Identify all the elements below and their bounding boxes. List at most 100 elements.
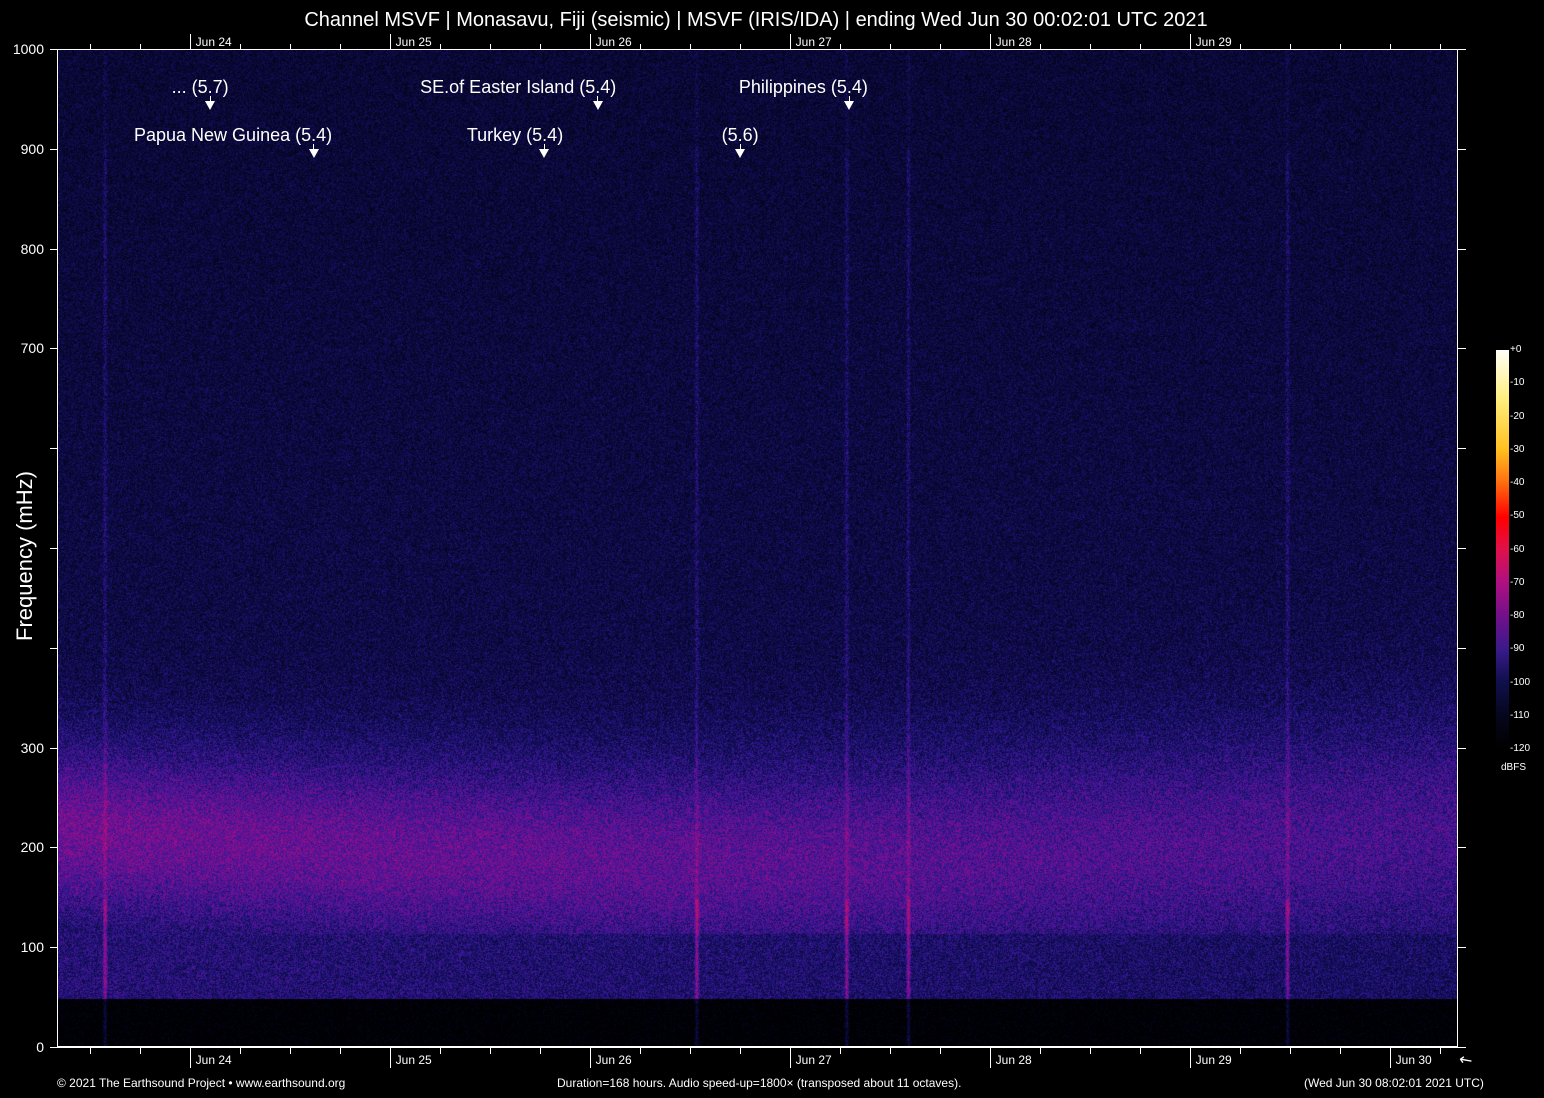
- x-tick-label-top: Jun 25: [396, 35, 432, 49]
- x-minor-tick-top: [240, 44, 241, 50]
- x-minor-tick-top: [890, 44, 891, 50]
- x-minor-tick: [690, 1048, 691, 1054]
- x-minor-tick: [1440, 1048, 1441, 1054]
- x-minor-tick-top: [1340, 44, 1341, 50]
- x-tick-label: Jun 25: [396, 1053, 432, 1067]
- x-major-tick: [190, 1048, 191, 1068]
- y-tick-mark-right: [1458, 548, 1466, 549]
- x-minor-tick-top: [840, 44, 841, 50]
- x-minor-tick: [740, 1048, 741, 1054]
- y-tick-mark: [50, 448, 58, 449]
- x-tick-label: Jun 28: [996, 1053, 1032, 1067]
- x-minor-tick: [1340, 1048, 1341, 1054]
- x-minor-tick: [90, 1048, 91, 1054]
- y-tick-mark-right: [1458, 249, 1466, 250]
- x-minor-tick: [540, 1048, 541, 1054]
- y-tick-mark: [50, 249, 58, 250]
- annotation-arrow-icon: [205, 101, 215, 110]
- x-major-tick: [990, 1048, 991, 1068]
- x-minor-tick-top: [140, 44, 141, 50]
- x-minor-tick-top: [640, 44, 641, 50]
- annotation-label: Papua New Guinea (5.4): [134, 125, 332, 146]
- annotation-label: (5.6): [722, 125, 759, 146]
- annotation-label: Philippines (5.4): [739, 77, 868, 98]
- x-minor-tick-top: [290, 44, 291, 50]
- x-major-tick-top: [990, 34, 991, 50]
- x-major-tick-top: [1190, 34, 1191, 50]
- y-tick-label: 300: [0, 740, 44, 756]
- x-minor-tick: [290, 1048, 291, 1054]
- x-minor-tick-top: [740, 44, 741, 50]
- x-minor-tick: [240, 1048, 241, 1054]
- colorbar-tick-label: -10: [1510, 377, 1524, 388]
- y-tick-mark: [50, 748, 58, 749]
- y-tick-label: 700: [0, 340, 44, 356]
- x-major-tick: [1190, 1048, 1191, 1068]
- y-axis-label: Frequency (mHz): [12, 461, 38, 651]
- colorbar-tick-label: +0: [1510, 344, 1521, 355]
- x-minor-tick: [1140, 1048, 1141, 1054]
- y-tick-label: 200: [0, 839, 44, 855]
- x-tick-label: Jun 29: [1196, 1053, 1232, 1067]
- colorbar-tick-label: -90: [1510, 643, 1524, 654]
- colorbar-tick-label: -30: [1510, 444, 1524, 455]
- colorbar-tick-label: -100: [1510, 677, 1530, 688]
- x-tick-label-top: Jun 27: [796, 35, 832, 49]
- x-tick-label-top: Jun 24: [196, 35, 232, 49]
- x-minor-tick: [490, 1048, 491, 1054]
- x-minor-tick: [1090, 1048, 1091, 1054]
- y-tick-mark: [50, 548, 58, 549]
- annotation-arrow-icon: [735, 149, 745, 158]
- y-tick-mark-right: [1458, 49, 1466, 50]
- annotation-label: SE.of Easter Island (5.4): [420, 77, 616, 98]
- x-tick-label-top: Jun 29: [1196, 35, 1232, 49]
- x-major-tick: [390, 1048, 391, 1068]
- colorbar-label: dBFS: [1501, 762, 1526, 773]
- x-tick-label: Jun 27: [796, 1053, 832, 1067]
- annotation-arrow-icon: [844, 101, 854, 110]
- colorbar-tick-label: -60: [1510, 544, 1524, 555]
- cursor-arrow-icon: ↖: [1454, 1048, 1476, 1072]
- x-minor-tick: [940, 1048, 941, 1054]
- x-minor-tick-top: [90, 44, 91, 50]
- colorbar-tick-label: -80: [1510, 610, 1524, 621]
- y-tick-mark-right: [1458, 947, 1466, 948]
- y-tick-label: 0: [0, 1039, 44, 1055]
- x-minor-tick: [1040, 1048, 1041, 1054]
- x-major-tick-top: [790, 34, 791, 50]
- x-tick-label-top: Jun 26: [596, 35, 632, 49]
- x-major-tick-top: [390, 34, 391, 50]
- y-tick-label: 900: [0, 141, 44, 157]
- x-minor-tick-top: [1140, 44, 1141, 50]
- colorbar-tick-label: -120: [1510, 743, 1530, 754]
- colorbar: [1496, 350, 1509, 749]
- x-minor-tick-top: [1290, 44, 1291, 50]
- y-tick-mark: [50, 49, 58, 50]
- x-minor-tick-top: [1240, 44, 1241, 50]
- annotation-arrow-icon: [309, 149, 319, 158]
- footer-copyright: © 2021 The Earthsound Project • www.eart…: [57, 1076, 345, 1090]
- x-minor-tick-top: [1390, 44, 1391, 50]
- x-minor-tick-top: [490, 44, 491, 50]
- y-tick-mark-right: [1458, 448, 1466, 449]
- x-tick-label: Jun 24: [196, 1053, 232, 1067]
- y-tick-mark: [50, 1047, 58, 1048]
- x-minor-tick-top: [340, 44, 341, 50]
- plot-frame: [57, 49, 1458, 1048]
- x-major-tick-top: [590, 34, 591, 50]
- y-tick-label: 100: [0, 939, 44, 955]
- x-minor-tick-top: [1090, 44, 1091, 50]
- x-major-tick: [590, 1048, 591, 1068]
- y-tick-mark: [50, 149, 58, 150]
- annotation-label: ... (5.7): [172, 77, 229, 98]
- y-tick-mark-right: [1458, 149, 1466, 150]
- colorbar-tick-label: -20: [1510, 411, 1524, 422]
- footer-duration: Duration=168 hours. Audio speed-up=1800×…: [557, 1076, 961, 1090]
- colorbar-tick-label: -70: [1510, 577, 1524, 588]
- x-major-tick: [790, 1048, 791, 1068]
- x-major-tick: [1390, 1048, 1391, 1068]
- x-minor-tick-top: [540, 44, 541, 50]
- annotation-label: Turkey (5.4): [467, 125, 563, 146]
- x-minor-tick: [340, 1048, 341, 1054]
- y-tick-mark: [50, 947, 58, 948]
